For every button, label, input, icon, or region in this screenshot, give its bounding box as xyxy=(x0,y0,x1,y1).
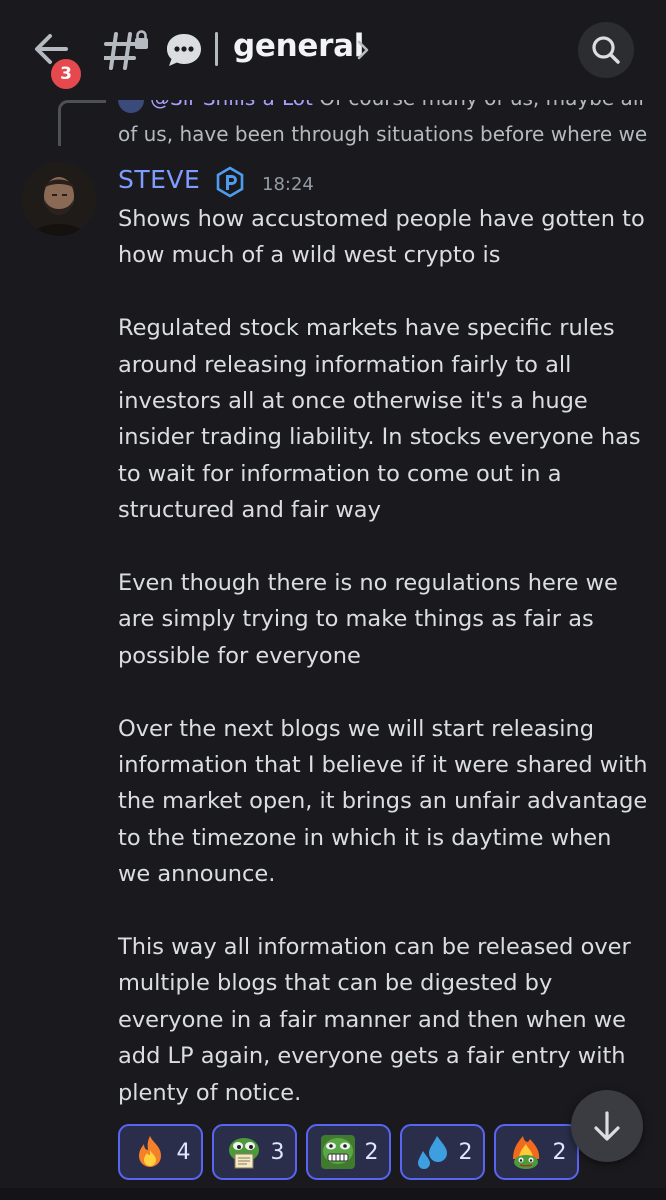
channel-hash-lock-icon xyxy=(104,30,148,70)
fire-emoji-icon xyxy=(138,1136,161,1167)
reaction-pepe-reading[interactable]: 3 xyxy=(212,1124,297,1180)
reaction-count: 4 xyxy=(176,1139,191,1165)
search-button[interactable] xyxy=(578,22,634,78)
message-paragraph: Over the next blogs we will start releas… xyxy=(118,715,648,888)
role-badge-icon xyxy=(216,166,244,198)
pepe-fire-emoji-icon xyxy=(512,1136,539,1169)
reaction-fire[interactable]: 4 xyxy=(118,1124,203,1180)
search-icon xyxy=(592,36,620,64)
sweat-droplets-emoji-icon xyxy=(417,1136,447,1169)
message-paragraph: Shows how accustomed people have gotten … xyxy=(118,206,645,269)
reactions-bar: 4 3 2 2 2 xyxy=(118,1124,579,1180)
jump-to-bottom-button[interactable] xyxy=(571,1090,643,1162)
unread-badge: 3 xyxy=(48,56,84,92)
reply-reference[interactable]: @Sir Shills-a-Lot Of course many of us, … xyxy=(118,100,648,150)
pepe-grimace-emoji-icon xyxy=(320,1135,355,1169)
chat-bubble-icon xyxy=(167,34,201,66)
chevron-right-icon[interactable] xyxy=(355,38,371,62)
reaction-pepe-grimace[interactable]: 2 xyxy=(306,1124,391,1180)
reaction-count: 2 xyxy=(364,1139,379,1165)
channel-title[interactable]: general xyxy=(233,28,364,64)
reply-connector-line xyxy=(58,100,106,146)
reaction-count: 2 xyxy=(458,1139,473,1165)
message-author[interactable]: STEVE xyxy=(118,165,200,194)
message-paragraph: Even though there is no regulations here… xyxy=(118,570,618,669)
reaction-count: 2 xyxy=(552,1139,567,1165)
arrow-down-icon xyxy=(594,1111,620,1141)
avatar-portrait-image xyxy=(22,162,96,236)
reaction-count: 3 xyxy=(270,1139,285,1165)
bottom-edge xyxy=(0,1188,666,1200)
message-content: Shows how accustomed people have gotten … xyxy=(118,201,648,1111)
reaction-sweat-droplets[interactable]: 2 xyxy=(400,1124,485,1180)
reaction-pepe-fire[interactable]: 2 xyxy=(494,1124,579,1180)
author-avatar[interactable] xyxy=(22,162,96,236)
message-paragraph: This way all information can be released… xyxy=(118,934,631,1106)
channel-header: 3 general xyxy=(0,0,666,100)
reply-author-avatar xyxy=(118,100,144,113)
reply-text-line2: of us, have been through situations befo… xyxy=(118,122,648,146)
message-timestamp: 18:24 xyxy=(262,174,314,195)
message-paragraph: Regulated stock markets have specific ru… xyxy=(118,315,641,524)
reply-text-line1: Of course many of us, maybe all xyxy=(319,100,644,110)
pepe-reading-emoji-icon xyxy=(228,1138,259,1169)
reply-mention[interactable]: @Sir Shills-a-Lot xyxy=(150,100,313,110)
header-divider xyxy=(215,32,218,66)
